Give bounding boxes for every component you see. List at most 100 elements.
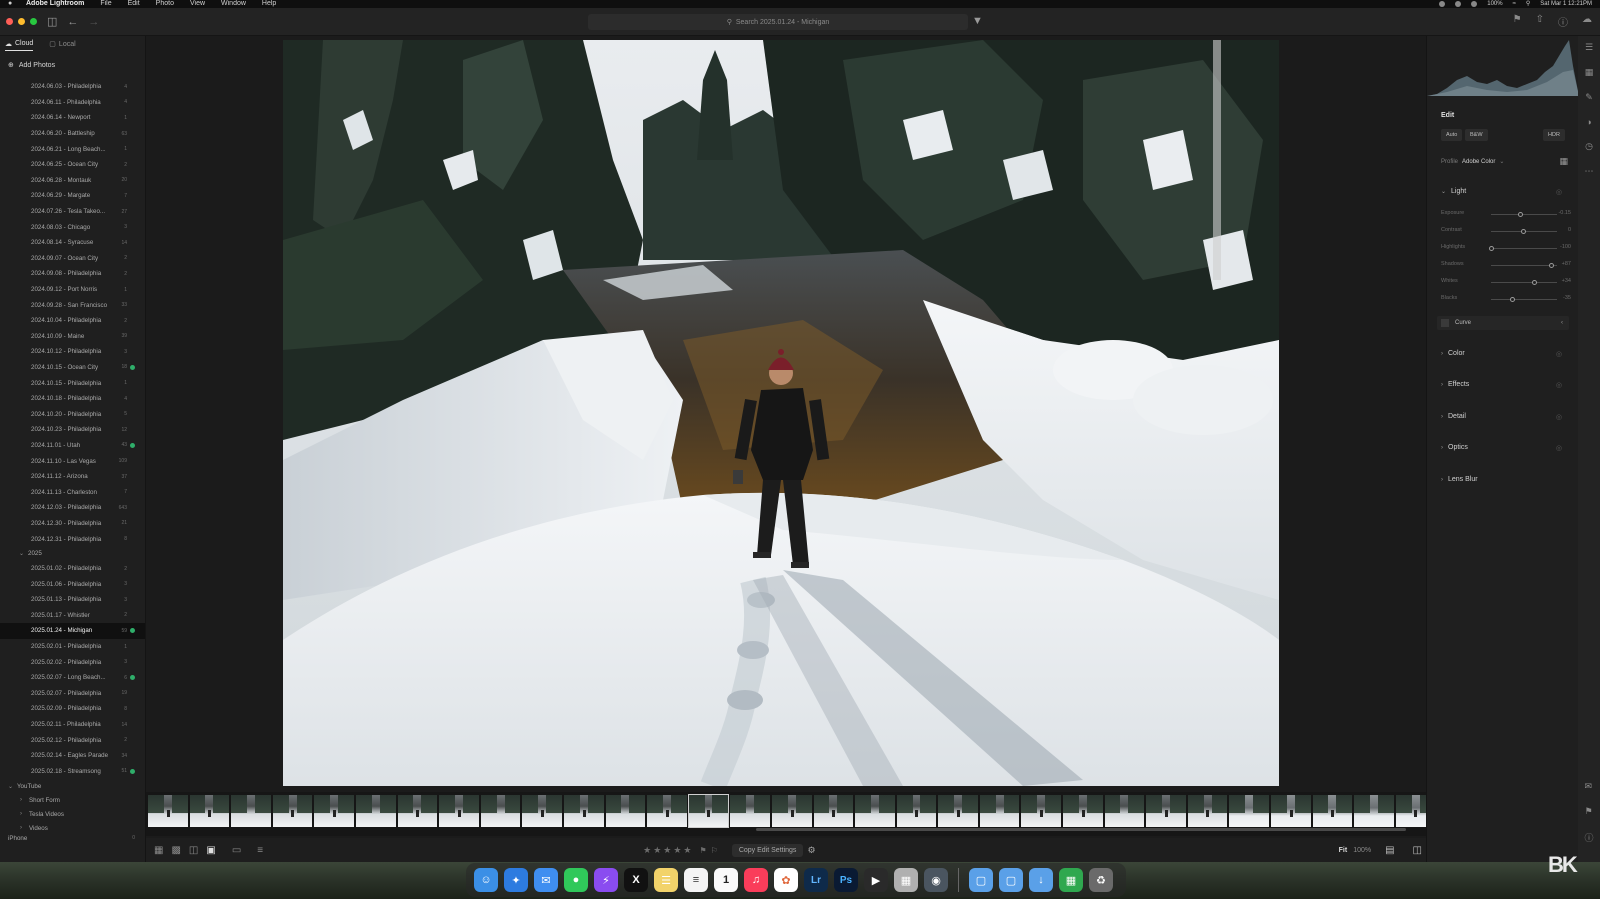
slider-handle[interactable]: [1509, 297, 1515, 302]
curve-panel[interactable]: Curve ‹: [1437, 316, 1569, 330]
album-item[interactable]: 2024.10.04 - Philadelphia 2: [0, 313, 145, 329]
menu-photo[interactable]: Photo: [156, 0, 174, 8]
album-item[interactable]: 2025.02.18 - Streamsong 51: [0, 764, 145, 780]
trash-icon[interactable]: ♻: [1089, 868, 1113, 892]
album-item[interactable]: 2024.06.03 - Philadelphia 4: [0, 79, 145, 95]
tab-cloud[interactable]: ☁ Cloud: [5, 40, 34, 51]
compressor-icon[interactable]: ▦: [894, 868, 918, 892]
menu-file[interactable]: File: [100, 0, 111, 8]
filmstrip-thumbnail[interactable]: [687, 794, 730, 828]
tab-local[interactable]: ▢ Local: [49, 40, 75, 50]
album-item[interactable]: 2025.01.17 - Whistler 2: [0, 608, 145, 624]
album-item[interactable]: 2025.01.02 - Philadelphia 2: [0, 561, 145, 577]
section-effects[interactable]: › Effects: [1441, 381, 1469, 388]
mail-icon[interactable]: ✉: [534, 868, 558, 892]
filmstrip-thumbnail[interactable]: [314, 795, 354, 827]
documents-folder-icon[interactable]: ▢: [999, 868, 1023, 892]
eye-icon[interactable]: ◎: [1556, 381, 1562, 389]
album-item[interactable]: 2025.02.07 - Long Beach... 6: [0, 670, 145, 686]
slider-track[interactable]: [1491, 265, 1557, 266]
notifications-icon[interactable]: ⚑: [1513, 14, 1522, 29]
filmstrip-thumbnail[interactable]: [439, 795, 479, 827]
zoom-level-dropdown[interactable]: 100%: [1353, 847, 1371, 854]
filmstrip-thumbnail[interactable]: [813, 795, 854, 827]
apple-icon[interactable]: ●: [8, 0, 16, 8]
filmstrip-thumbnail[interactable]: [148, 795, 188, 827]
eye-icon[interactable]: ◎: [1556, 444, 1562, 452]
sidebar-toggle-icon[interactable]: ◫: [47, 15, 57, 28]
section-optics[interactable]: › Optics: [1441, 444, 1468, 451]
album-item[interactable]: 2025.02.12 - Philadelphia 2: [0, 732, 145, 748]
slider-track[interactable]: [1491, 299, 1557, 300]
main-photo[interactable]: [283, 40, 1279, 786]
notes-icon[interactable]: ☰: [654, 868, 678, 892]
album-folder-item[interactable]: › Tesla Videos: [0, 807, 145, 821]
album-item[interactable]: 2024.10.15 - Philadelphia 1: [0, 375, 145, 391]
eye-icon[interactable]: ◎: [1556, 350, 1562, 358]
album-folder-item[interactable]: › Videos: [0, 821, 145, 835]
filmstrip-thumbnail[interactable]: [938, 795, 978, 827]
album-iphone[interactable]: iPhone 0: [8, 835, 135, 842]
album-item[interactable]: 2025.02.02 - Philadelphia 3: [0, 654, 145, 670]
slideshow-icon[interactable]: ▭: [232, 845, 241, 856]
record-icon[interactable]: [1439, 1, 1446, 7]
slider-handle[interactable]: [1489, 246, 1495, 251]
app-name-menu[interactable]: Adobe Lightroom: [26, 0, 84, 8]
filter-icon[interactable]: ▼: [972, 15, 983, 27]
profile-selector[interactable]: Profile Adobe Color ⌄: [1441, 158, 1504, 166]
slider-handle[interactable]: [1531, 280, 1537, 285]
slider-handle[interactable]: [1521, 229, 1526, 234]
album-item[interactable]: 2024.06.29 - Margate 7: [0, 188, 145, 204]
masking-icon[interactable]: ◑: [1586, 117, 1591, 127]
star-icon[interactable]: ★: [653, 845, 661, 856]
help-icon[interactable]: ⓘ: [1558, 14, 1568, 29]
zoom-window-button[interactable]: [30, 18, 37, 25]
before-after-icon[interactable]: ◫: [1413, 845, 1422, 856]
menubar-clock[interactable]: Sat Mar 1 12:21PM: [1540, 0, 1592, 8]
photos-icon[interactable]: ✿: [774, 868, 798, 892]
album-item[interactable]: 2024.10.09 - Maine 39: [0, 329, 145, 345]
slider-value[interactable]: -35: [1563, 295, 1571, 301]
album-item[interactable]: 2024.09.08 - Philadelphia 2: [0, 266, 145, 282]
fit-zoom-button[interactable]: Fit: [1339, 847, 1348, 854]
filmstrip-thumbnail[interactable]: [1104, 795, 1145, 827]
album-item[interactable]: 2024.12.31 - Philadelphia 8: [0, 531, 145, 547]
bluetooth-icon[interactable]: [1471, 1, 1478, 7]
menu-window[interactable]: Window: [221, 0, 246, 8]
gear-icon[interactable]: ⚙: [807, 845, 815, 856]
auto-button[interactable]: Auto: [1441, 129, 1463, 141]
calendar-icon[interactable]: 1: [714, 868, 738, 892]
detail-view-icon[interactable]: ▣: [206, 845, 215, 856]
keyword-tag-icon[interactable]: ⚑: [1584, 806, 1593, 817]
filmstrip-thumbnail[interactable]: [480, 795, 521, 827]
filmstrip-thumbnail[interactable]: [272, 795, 313, 827]
star-icon[interactable]: ★: [643, 845, 651, 856]
crop-icon[interactable]: ▦: [1585, 67, 1594, 78]
slider-value[interactable]: +34: [1562, 278, 1571, 284]
slider-track[interactable]: [1491, 214, 1557, 215]
album-item[interactable]: 2024.09.07 - Ocean City 2: [0, 251, 145, 267]
section-light[interactable]: ⌄ Light: [1441, 188, 1466, 195]
filmstrip-thumbnail[interactable]: [1021, 795, 1062, 827]
spotlight-icon[interactable]: ⚲: [1526, 0, 1530, 8]
filmstrip-thumbnail[interactable]: [730, 795, 770, 827]
copy-edit-settings-button[interactable]: Copy Edit Settings: [731, 843, 804, 857]
bw-button[interactable]: B&W: [1465, 129, 1488, 141]
filmstrip-toggle-icon[interactable]: ▤: [1385, 845, 1394, 856]
album-item[interactable]: 2025.01.24 - Michigan 59: [0, 623, 145, 639]
album-item[interactable]: 2024.11.10 - Las Vegas 109: [0, 453, 145, 469]
star-icon[interactable]: ★: [663, 845, 671, 856]
album-item[interactable]: 2024.10.23 - Philadelphia 12: [0, 422, 145, 438]
square-grid-view-icon[interactable]: ▩: [171, 845, 180, 856]
finder-icon[interactable]: ☺: [474, 868, 498, 892]
filmstrip-thumbnail[interactable]: [1395, 795, 1426, 827]
album-item[interactable]: 2024.06.21 - Long Beach... 1: [0, 141, 145, 157]
album-item[interactable]: 2025.01.06 - Philadelphia 3: [0, 576, 145, 592]
hdr-button[interactable]: HDR: [1543, 129, 1565, 141]
menu-help[interactable]: Help: [262, 0, 276, 8]
filmstrip-thumbnail[interactable]: [1187, 795, 1228, 827]
album-item[interactable]: 2024.11.12 - Arizona 37: [0, 469, 145, 485]
wifi-icon[interactable]: ≈: [1513, 0, 1516, 8]
add-photos-button[interactable]: ⊕ Add Photos: [0, 55, 145, 75]
filmstrip-thumbnail[interactable]: [397, 795, 438, 827]
